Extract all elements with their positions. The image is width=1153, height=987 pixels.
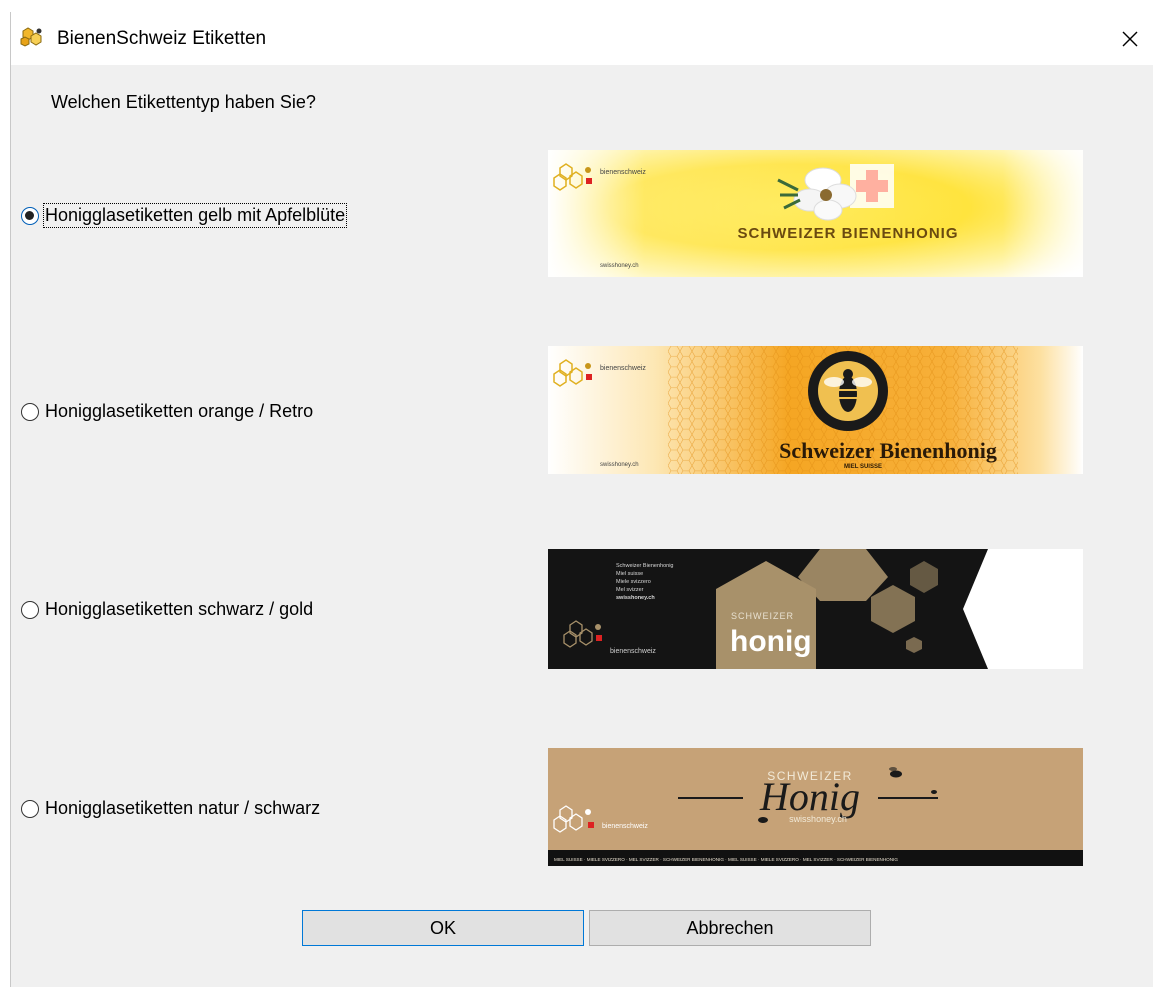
question-label: Welchen Etikettentyp haben Sie? [51, 92, 316, 112]
option-label: Honigglasetiketten gelb mit Apfelblüte [42, 203, 348, 228]
radio-unselected[interactable] [21, 402, 39, 421]
bee-honeycomb-icon [20, 27, 42, 47]
option-yellow-apple-blossom[interactable]: Honigglasetiketten gelb mit Apfelblüte [21, 203, 348, 228]
radio-unselected[interactable] [21, 799, 39, 818]
ribbon-text: MIEL SUISSE · MIELE SVIZZERO · MEL SVIZZ… [554, 857, 898, 862]
cancel-button[interactable]: Abbrechen [589, 910, 871, 946]
option-label: Honigglasetiketten schwarz / gold [45, 599, 314, 619]
label-line: Schweizer Bienenhonig [616, 563, 673, 569]
option-label: Honigglasetiketten orange / Retro [45, 401, 314, 421]
option-orange-retro[interactable]: Honigglasetiketten orange / Retro [21, 401, 313, 422]
window-title: BienenSchweiz Etiketten [57, 28, 267, 49]
brand-text: bienenschweiz [602, 823, 648, 830]
brand-text: bienenschweiz [610, 648, 656, 655]
white-panel [963, 549, 1083, 669]
banner-headline: Honig [759, 774, 860, 819]
close-button[interactable] [1107, 12, 1153, 65]
website-text: swisshoney.ch [600, 263, 639, 269]
brand-text: bienenschweiz [600, 365, 646, 372]
banner-small-text: SCHWEIZER [731, 611, 794, 621]
banner-headline: SCHWEIZER BIENENHONIG [737, 225, 958, 242]
dialog-window: BienenSchweiz Etiketten Welchen Etikette… [10, 12, 1153, 987]
brand-text: bienenschweiz [600, 169, 646, 176]
bee-seal-icon [808, 351, 888, 431]
radio-selected[interactable] [21, 206, 39, 225]
option-label: Honigglasetiketten natur / schwarz [45, 798, 321, 818]
banner-headline: Schweizer Bienenhonig [779, 438, 997, 463]
website-text: swisshoney.ch [600, 462, 639, 468]
label-line: Miel suisse [616, 571, 643, 577]
label-line: swisshoney.ch [616, 595, 655, 601]
label-preview-black[interactable]: Schweizer Bienenhonig Miel suisse Miele … [548, 549, 1083, 669]
option-natur-black[interactable]: Honigglasetiketten natur / schwarz [21, 798, 320, 819]
radio-unselected[interactable] [21, 600, 39, 619]
website-text: swisshoney.ch [789, 814, 847, 824]
title-bar: BienenSchweiz Etiketten [11, 12, 1153, 65]
swiss-cross-icon [850, 164, 894, 208]
label-preview-orange[interactable]: bienenschweiz Schweizer Bienenhonig MIEL… [548, 346, 1083, 474]
label-preview-yellow[interactable]: bienenschweiz SCHWEIZER BIENENHONIG swis… [548, 150, 1083, 277]
ok-button[interactable]: OK [302, 910, 584, 946]
banner-subline: MIEL SUISSE [844, 464, 882, 470]
option-black-gold[interactable]: Honigglasetiketten schwarz / gold [21, 599, 313, 620]
banner-headline: honig [730, 625, 812, 658]
close-icon [1122, 31, 1138, 46]
label-line: Miele svizzero [616, 579, 651, 585]
label-preview-natur[interactable]: MIEL SUISSE · MIELE SVIZZERO · MEL SVIZZ… [548, 748, 1083, 866]
label-line: Mel svizzer [616, 587, 644, 593]
